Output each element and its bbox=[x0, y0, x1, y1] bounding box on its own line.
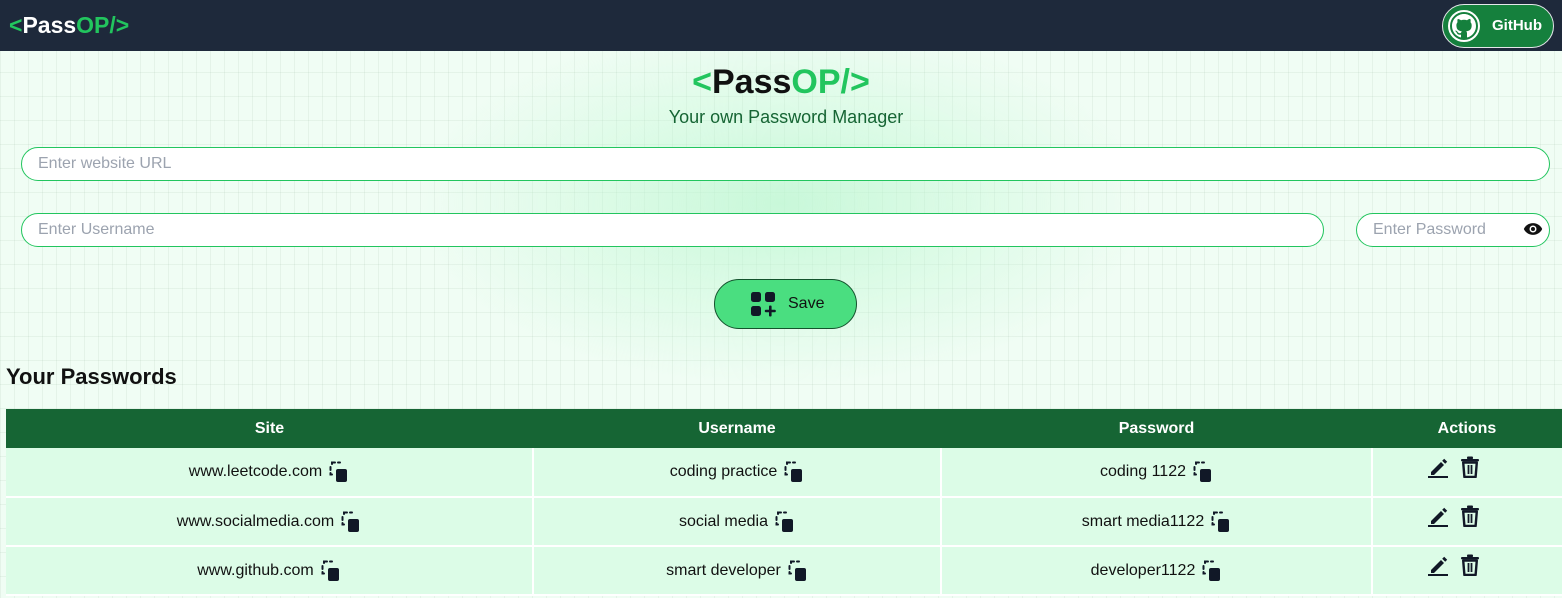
trash-icon[interactable] bbox=[1460, 554, 1480, 576]
save-label: Save bbox=[788, 295, 825, 312]
site-cell: www.leetcode.com bbox=[6, 448, 534, 498]
actions-cell bbox=[1372, 497, 1562, 547]
copy-icon[interactable] bbox=[788, 560, 808, 582]
password-cell: developer1122 bbox=[941, 546, 1373, 596]
trash-icon[interactable] bbox=[1460, 455, 1480, 478]
actions-cell bbox=[1372, 448, 1562, 498]
site-cell: www.socialmedia.com bbox=[6, 497, 534, 547]
username-text: coding practice bbox=[669, 463, 778, 480]
github-icon bbox=[1448, 9, 1480, 42]
table-row: www.github.com smart developer developer… bbox=[6, 546, 1562, 596]
password-text: coding 1122 bbox=[1100, 463, 1186, 480]
title-pass: Pass bbox=[712, 63, 792, 101]
eye-icon[interactable] bbox=[1523, 221, 1543, 237]
column-header-actions: Actions bbox=[1437, 419, 1497, 437]
add-grid-icon bbox=[751, 292, 776, 317]
password-input[interactable] bbox=[1356, 213, 1550, 247]
nav-logo[interactable]: <PassOP/> bbox=[9, 14, 129, 37]
navbar: <PassOP/> GitHub bbox=[0, 0, 1562, 51]
edit-icon[interactable] bbox=[1427, 554, 1449, 576]
site-link[interactable]: www.github.com bbox=[197, 562, 314, 580]
username-text: smart developer bbox=[666, 561, 781, 579]
site-link[interactable]: www.leetcode.com bbox=[189, 463, 322, 481]
copy-icon[interactable] bbox=[321, 560, 341, 582]
table-row: www.socialmedia.com social media smart m… bbox=[6, 497, 1562, 547]
actions-cell bbox=[1372, 546, 1562, 596]
username-text: social media bbox=[679, 512, 768, 530]
table-header-row: Site Username Password Actions bbox=[6, 409, 1562, 448]
username-cell: coding practice bbox=[533, 448, 942, 498]
edit-icon[interactable] bbox=[1427, 505, 1449, 527]
logo-bracket-open: < bbox=[9, 12, 23, 38]
column-header-username: Username bbox=[698, 419, 776, 437]
table-body: www.leetcode.com coding practice coding … bbox=[6, 448, 1562, 596]
column-header-password: Password bbox=[1118, 419, 1195, 437]
copy-icon[interactable] bbox=[329, 461, 349, 483]
copy-icon[interactable] bbox=[1211, 511, 1231, 533]
password-cell: coding 1122 bbox=[941, 448, 1373, 498]
copy-icon[interactable] bbox=[1202, 560, 1222, 582]
title-bracket-open: < bbox=[692, 63, 712, 101]
column-header-site: Site bbox=[254, 419, 285, 437]
copy-icon[interactable] bbox=[1193, 461, 1213, 483]
page-title: <PassOP/> bbox=[0, 62, 1562, 102]
passwords-table: Site Username Password Actions www.leetc… bbox=[6, 409, 1562, 596]
password-text: developer1122 bbox=[1090, 561, 1196, 579]
site-link[interactable]: www.socialmedia.com bbox=[177, 513, 334, 531]
username-input[interactable] bbox=[21, 213, 1324, 247]
trash-icon[interactable] bbox=[1460, 505, 1480, 527]
edit-icon[interactable] bbox=[1427, 456, 1449, 478]
logo-op: OP/> bbox=[76, 12, 130, 38]
copy-icon[interactable] bbox=[784, 461, 804, 483]
passwords-title: Your Passwords bbox=[6, 364, 177, 389]
page-subtitle: Your own Password Manager bbox=[668, 107, 904, 127]
username-cell: smart developer bbox=[533, 546, 942, 596]
github-label: GitHub bbox=[1492, 17, 1542, 34]
save-button[interactable]: Save bbox=[714, 279, 857, 329]
copy-icon[interactable] bbox=[341, 511, 361, 533]
copy-icon[interactable] bbox=[775, 511, 795, 533]
logo-pass: Pass bbox=[22, 12, 77, 38]
site-cell: www.github.com bbox=[6, 546, 534, 596]
username-cell: social media bbox=[533, 497, 942, 547]
github-button[interactable]: GitHub bbox=[1442, 3, 1554, 48]
website-url-input[interactable] bbox=[21, 147, 1550, 181]
table-row: www.leetcode.com coding practice coding … bbox=[6, 448, 1562, 498]
password-cell: smart media1122 bbox=[941, 497, 1373, 547]
title-op: OP/> bbox=[791, 63, 870, 101]
password-text: smart media1122 bbox=[1081, 512, 1205, 530]
